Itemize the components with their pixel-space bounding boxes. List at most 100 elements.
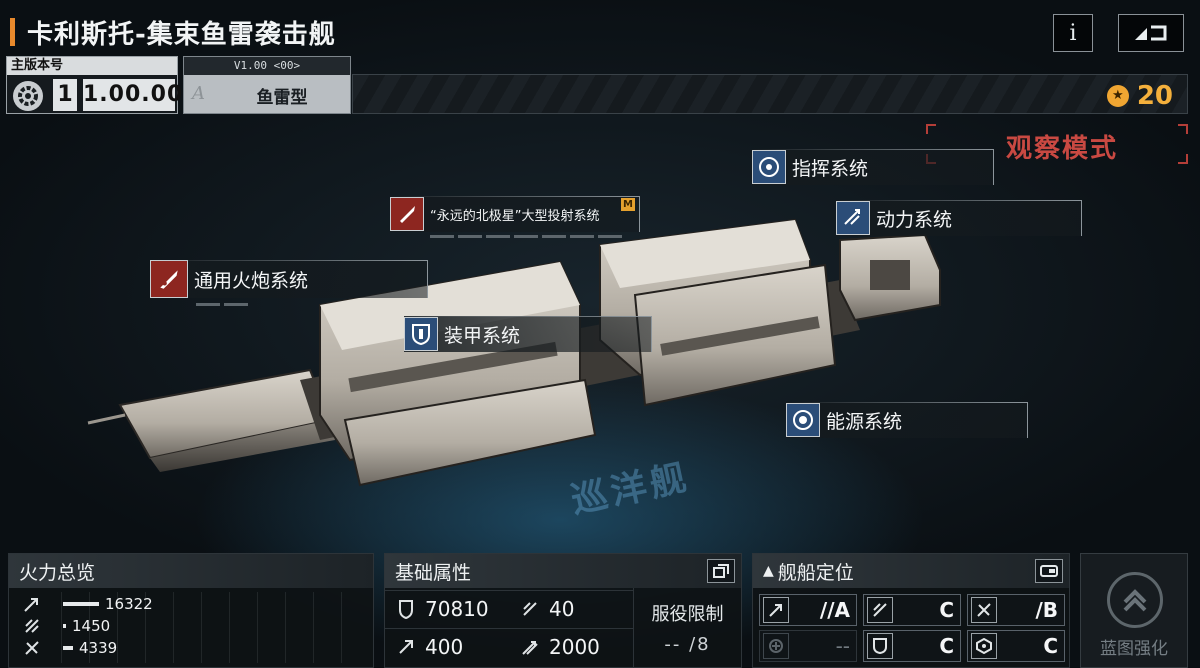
base-attributes-panel: 基础属性 70810 40 400 2000 服役限制 -- /8 [384, 553, 742, 668]
expand-button[interactable] [707, 559, 735, 583]
attr-armor-value: 40 [549, 596, 575, 621]
system-command[interactable]: 指挥系统 [752, 149, 994, 185]
ship-model[interactable] [80, 210, 980, 510]
utility-icon [971, 633, 997, 659]
card-icon [1040, 565, 1058, 577]
info-strip: ★ 20 [352, 74, 1188, 114]
variant-type: 鱼雷型 [256, 88, 308, 108]
enhance-label: 蓝图强化 [1100, 639, 1168, 659]
firepower-bar [63, 646, 73, 650]
firepower-row: 1450 [23, 616, 110, 636]
positioning-title: ▲ 舰船定位 [753, 554, 1069, 588]
firepower-row: 16322 [23, 594, 153, 614]
anti-aircraft-icon [25, 619, 39, 633]
version-major: 1 [53, 79, 77, 111]
firepower-value: 1450 [72, 617, 111, 635]
attr-speed: 400 [385, 628, 509, 664]
defense-icon [867, 633, 893, 659]
firepower-panel: 火力总览 16322 1450 4339 [8, 553, 374, 668]
rank-value: 20 [1136, 81, 1173, 111]
missile-icon [390, 197, 424, 231]
support-icon [763, 633, 789, 659]
firepower-title: 火力总览 [9, 554, 373, 588]
engine-icon [836, 201, 870, 235]
system-label: 装甲系统 [444, 324, 521, 347]
siege-icon [971, 597, 997, 623]
variant-selector[interactable]: V1.00 <00> A 鱼雷型 [183, 56, 351, 114]
firepower-value: 4339 [79, 639, 118, 657]
version-minor: 1.00.00 [83, 79, 182, 111]
system-label: 指挥系统 [792, 157, 869, 180]
speed-icon [393, 634, 419, 660]
slot-indicator [196, 303, 248, 306]
info-button[interactable]: i [1053, 14, 1093, 52]
anti-ship-icon [24, 598, 38, 612]
base-attributes-title-text: 基础属性 [395, 561, 472, 584]
position-cell[interactable]: //A [759, 594, 857, 626]
system-label: 通用火炮系统 [194, 269, 309, 292]
system-engine[interactable]: 动力系统 [836, 200, 1082, 236]
firepower-bar [63, 602, 99, 606]
rank-badge[interactable]: ★ 20 [1106, 81, 1173, 111]
title-accent [10, 18, 15, 46]
position-grade: C [1043, 634, 1058, 658]
system-energy[interactable]: 能源系统 [786, 402, 1028, 438]
frame-corner [926, 124, 936, 134]
armor-value-icon [517, 596, 543, 622]
position-cell[interactable]: C [863, 594, 961, 626]
frame-corner [1178, 154, 1188, 164]
energy-icon [786, 403, 820, 437]
page-title: 卡利斯托-集束鱼雷袭击舰 [27, 19, 336, 50]
service-limit-value: -- /8 [664, 634, 711, 655]
window-icon [713, 564, 729, 578]
position-grade: //A [819, 598, 850, 622]
anti-ship-icon [763, 597, 789, 623]
attr-hp: 70810 [385, 590, 509, 626]
system-tag-badge: M [621, 198, 635, 211]
system-armor[interactable]: 装甲系统 [404, 316, 652, 352]
warp-icon [517, 634, 543, 660]
rank-emblem-icon: ★ [1106, 85, 1129, 107]
anti-aircraft-icon [867, 597, 893, 623]
shield-icon [393, 596, 419, 622]
siege-icon [25, 641, 39, 655]
command-icon [752, 150, 786, 184]
system-label: 能源系统 [826, 410, 903, 433]
cannon-icon [150, 260, 188, 298]
back-icon [1135, 25, 1167, 41]
slot-indicator [430, 235, 622, 238]
position-grade: -- [835, 634, 850, 658]
position-grade: C [939, 598, 954, 622]
attr-speed-value: 400 [425, 634, 464, 659]
armor-icon [404, 317, 438, 351]
position-cell[interactable]: /B [967, 594, 1065, 626]
firepower-value: 16322 [105, 595, 153, 613]
system-cannon[interactable]: 通用火炮系统 [150, 260, 428, 298]
positioning-toggle-button[interactable] [1035, 559, 1063, 583]
system-label: “永远的北极星”大型投射系统 [430, 208, 600, 224]
info-icon: i [1069, 20, 1077, 46]
system-label: 动力系统 [876, 208, 953, 231]
positioning-panel: ▲ 舰船定位 //A C /B -- C C [752, 553, 1070, 668]
attr-warp-value: 2000 [549, 634, 600, 659]
observe-mode-label: 观察模式 [1005, 134, 1118, 164]
position-cell[interactable]: C [967, 630, 1065, 662]
firepower-bar [63, 624, 66, 628]
position-grade: /B [1035, 598, 1058, 622]
variant-code: V1.00 <00> [184, 57, 350, 75]
service-limit-label: 服役限制 [651, 604, 724, 625]
blueprint-enhance-button[interactable]: 蓝图强化 [1080, 553, 1188, 668]
base-attributes-title: 基础属性 [385, 554, 741, 588]
service-limit: 服役限制 -- /8 [633, 588, 741, 668]
firepower-row: 4339 [23, 638, 117, 658]
variant-grade: A [192, 83, 205, 104]
position-cell[interactable]: -- [759, 630, 857, 662]
positioning-title-text: 舰船定位 [777, 561, 854, 584]
attr-warp: 2000 [509, 628, 633, 664]
ship-marker-icon: ▲ [763, 563, 774, 579]
system-missile[interactable]: “永远的北极星”大型投射系统 M [390, 196, 640, 232]
position-cell[interactable]: C [863, 630, 961, 662]
back-button[interactable] [1118, 14, 1184, 52]
attr-armor: 40 [509, 590, 633, 626]
gear-icon [13, 81, 43, 111]
